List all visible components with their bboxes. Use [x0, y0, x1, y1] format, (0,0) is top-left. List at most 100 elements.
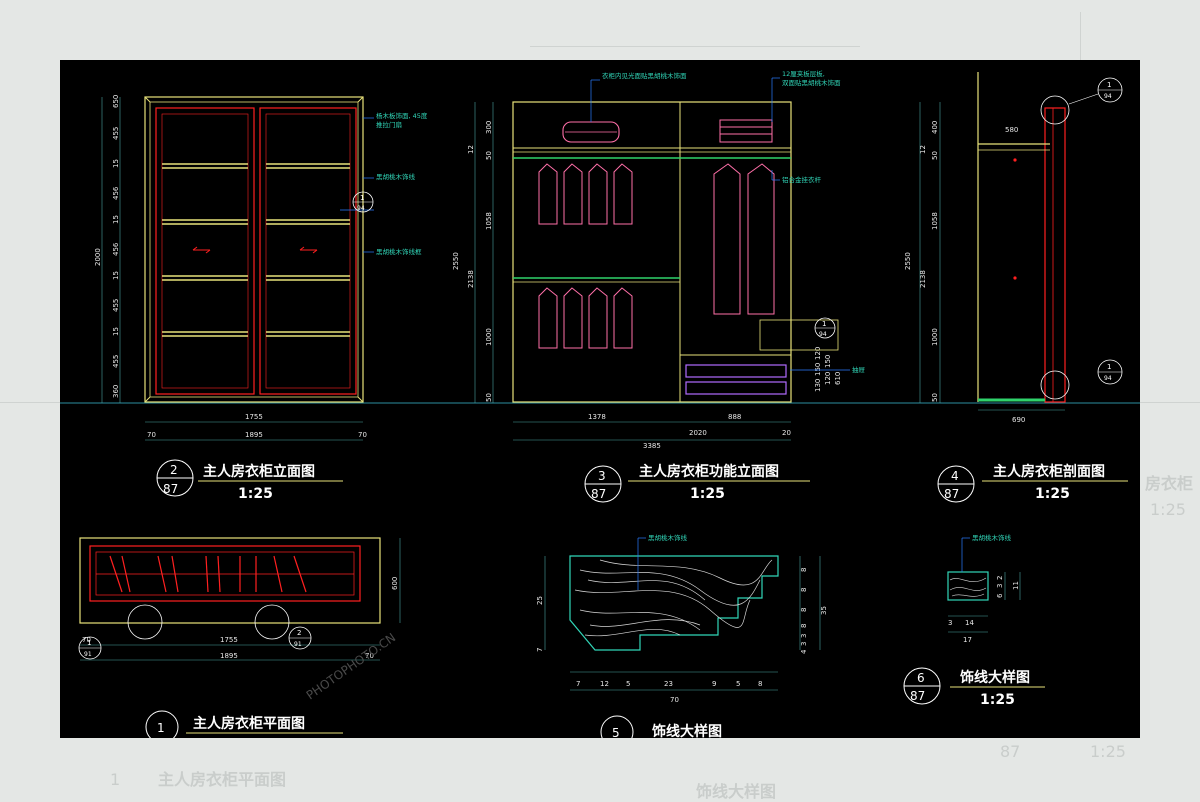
dim: 20: [782, 429, 791, 437]
svg-text:456: 456: [112, 242, 120, 256]
svg-text:4: 4: [800, 649, 808, 654]
view-title-5: 5 饰线大样图: [600, 715, 722, 738]
dim: 1378: [588, 413, 606, 421]
door-right: [259, 107, 357, 395]
svg-text:1000: 1000: [485, 328, 493, 346]
svg-text:150: 150: [814, 363, 822, 376]
note: 抽屉: [852, 365, 866, 374]
svg-text:94: 94: [1104, 93, 1112, 100]
drawer-unit: [679, 354, 792, 403]
svg-text:2550: 2550: [452, 252, 460, 270]
svg-text:94: 94: [819, 331, 827, 338]
detail5-vdims: 25 7 8 8 8 8 3 3 4 35: [536, 568, 828, 654]
plan-outline: [79, 537, 381, 624]
door-arrows: [192, 246, 318, 254]
door-left: [155, 107, 255, 395]
note: 推拉门扇: [376, 120, 402, 129]
svg-text:2: 2: [996, 576, 1004, 580]
cad-drawing: 650 455 15 456 15 456 15 455 15 455 360 …: [60, 69, 1140, 738]
svg-text:1: 1: [360, 194, 364, 202]
svg-text:7: 7: [576, 680, 580, 688]
leader: [961, 537, 970, 572]
folded-towels: [719, 119, 773, 128]
view-title-3: 3 87 主人房衣柜功能立面图 1:25: [584, 463, 810, 503]
view-title-6: 6 87 饰线大样图 1:25: [903, 667, 1045, 708]
dim-1895: 1895: [245, 431, 263, 439]
dim: 600: [391, 577, 399, 590]
ghost-scale: 1:25: [1090, 742, 1126, 761]
svg-text:1: 1: [1107, 363, 1111, 371]
callout-2-91: 2 91: [254, 604, 312, 650]
view-title-4: 4 87 主人房衣柜剖面图 1:25: [937, 463, 1128, 503]
svg-text:1000: 1000: [931, 328, 939, 346]
svg-text:5: 5: [736, 680, 740, 688]
svg-text:1058: 1058: [485, 212, 493, 230]
dim-vertical-values: 650 455 15 456 15 456 15 455 15 455 360 …: [94, 95, 120, 398]
svg-text:饰线大样图: 饰线大样图: [960, 669, 1030, 686]
dim: 2020: [689, 429, 707, 437]
door-right-inner: [265, 113, 351, 389]
dim: 1755: [220, 636, 238, 644]
svg-text:87: 87: [163, 482, 178, 496]
svg-text:1:25: 1:25: [238, 486, 273, 502]
svg-text:120: 120: [814, 347, 822, 360]
note: 黑胡桃木饰线框: [376, 247, 422, 256]
svg-text:8: 8: [800, 588, 808, 592]
drawer-dims: 120 150 130 150 120 610: [814, 347, 842, 392]
svg-text:650: 650: [112, 95, 120, 108]
svg-text:87: 87: [910, 689, 925, 703]
svg-text:1: 1: [157, 721, 165, 735]
svg-text:455: 455: [112, 127, 120, 140]
svg-text:1058: 1058: [931, 212, 939, 230]
note: 黑胡桃木饰线: [648, 533, 688, 542]
svg-text:15: 15: [112, 271, 120, 280]
svg-text:3: 3: [996, 584, 1004, 588]
note: 黑胡桃木饰线: [376, 172, 416, 181]
dim-lines: [544, 556, 821, 691]
note: 铝合金挂衣杆: [782, 175, 822, 184]
dim: 3385: [643, 442, 661, 450]
svg-text:15: 15: [112, 327, 120, 336]
detail-5: 7 12 5 23 9 5 8 70 25 7 8 8 8 8 3 3 4 35…: [536, 533, 828, 738]
svg-text:3: 3: [948, 619, 952, 627]
svg-text:23: 23: [664, 680, 673, 688]
svg-text:87: 87: [944, 487, 959, 501]
view-title-2: 2 87 主人房衣柜立面图 1:25: [156, 459, 343, 502]
ghost-title-plan: 主人房衣柜平面图: [158, 770, 287, 789]
dim-vertical-values: 300 12 50 1058 2138 2550 1000 50: [452, 121, 493, 402]
svg-text:455: 455: [112, 355, 120, 368]
detail6-dims: 3 14 17 2 3 6 11: [948, 576, 1020, 644]
svg-text:6: 6: [996, 593, 1004, 598]
svg-text:主人房衣柜立面图: 主人房衣柜立面图: [203, 463, 315, 480]
svg-text:1:25: 1:25: [980, 692, 1015, 708]
svg-text:2: 2: [170, 463, 178, 477]
ghost-sheet: 87: [1000, 742, 1021, 761]
ghost-title-detail: 饰线大样图: [696, 782, 777, 801]
rod-section: [1013, 158, 1017, 162]
dim: 690: [1012, 416, 1025, 424]
note: 12厘夹板层板,: [782, 69, 825, 78]
plan-1: 70 1755 1895 70 600 1 91 2 91 1 主人房衣柜平面图: [78, 537, 401, 738]
dim-70: 70: [358, 431, 367, 439]
svg-text:130: 130: [814, 379, 822, 392]
svg-text:5: 5: [626, 680, 630, 688]
svg-text:15: 15: [112, 215, 120, 224]
frame-corner: [357, 96, 364, 103]
svg-text:12: 12: [467, 145, 475, 154]
svg-text:25: 25: [536, 596, 544, 605]
svg-text:2550: 2550: [904, 252, 912, 270]
rod-section: [1013, 276, 1017, 280]
ghost-line: [530, 46, 860, 47]
svg-text:8: 8: [800, 608, 808, 612]
note: 黑胡桃木饰线: [972, 533, 1012, 542]
frame-corner: [144, 396, 151, 403]
svg-text:2: 2: [297, 629, 301, 637]
svg-text:1: 1: [1107, 81, 1111, 89]
svg-text:3: 3: [598, 469, 606, 483]
leaders: [340, 117, 374, 253]
svg-text:35: 35: [820, 606, 828, 615]
svg-text:455: 455: [112, 299, 120, 312]
svg-text:94: 94: [357, 205, 365, 212]
door-left-inner: [161, 113, 249, 389]
svg-text:1: 1: [87, 639, 91, 647]
